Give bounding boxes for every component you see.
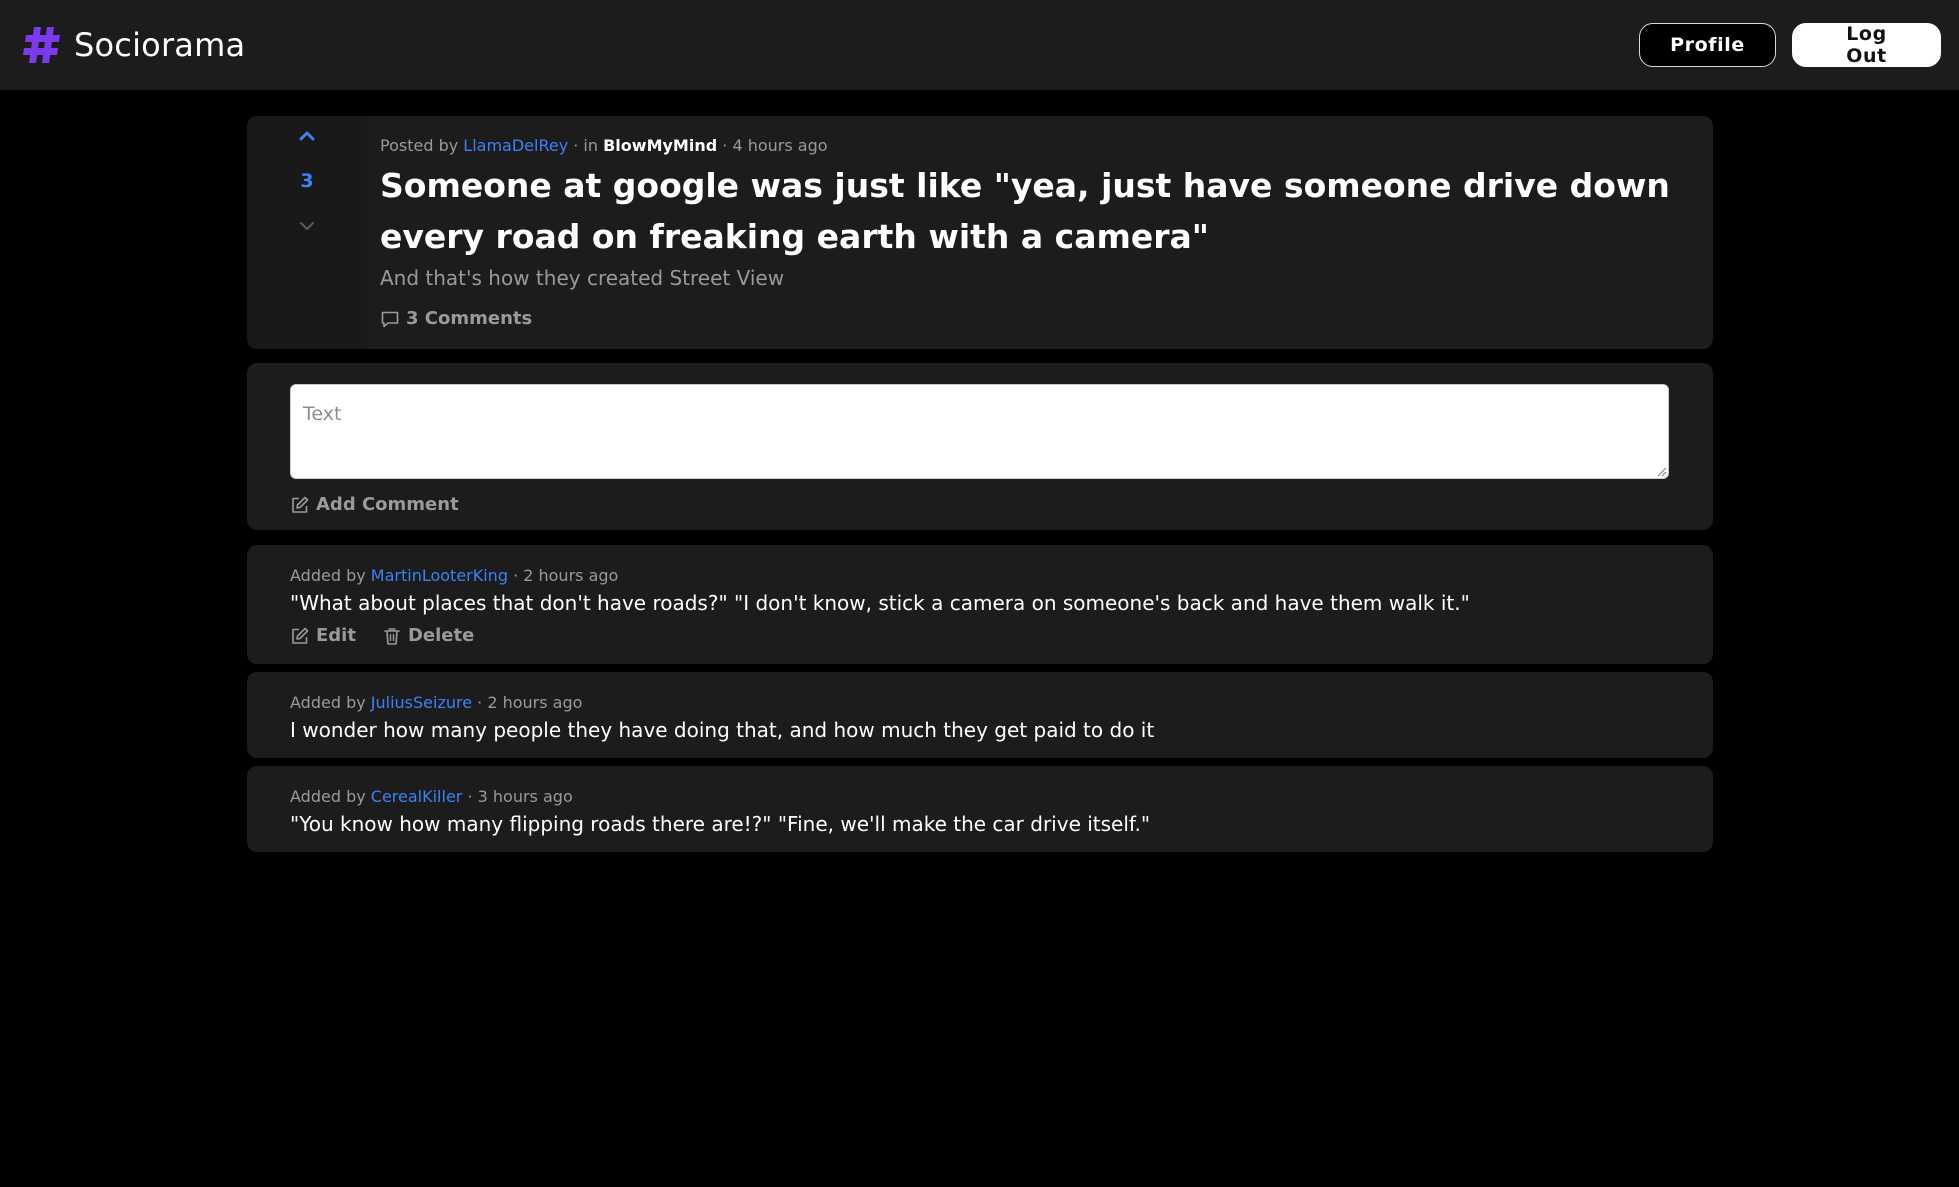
comment-author-link[interactable]: MartinLooterKing xyxy=(371,566,508,585)
comment-text: I wonder how many people they have doing… xyxy=(290,718,1155,742)
downvote-icon[interactable] xyxy=(298,220,316,232)
delete-comment-button[interactable]: Delete xyxy=(382,625,474,646)
edit-comment-button[interactable]: Edit xyxy=(290,625,356,646)
comments-count-label: 3 Comments xyxy=(406,308,533,329)
comment-text: "What about places that don't have roads… xyxy=(290,591,1470,615)
edit-label: Edit xyxy=(316,625,356,646)
comment-icon xyxy=(381,311,399,327)
top-navbar: Sociorama Profile Log Out xyxy=(0,0,1959,90)
comment-author-link[interactable]: CerealKiller xyxy=(371,787,463,806)
comment-meta-prefix: Added by xyxy=(290,693,366,712)
post-title: Someone at google was just like "yea, ju… xyxy=(380,166,1670,256)
comment-time: · 3 hours ago xyxy=(467,787,573,806)
post-meta-prefix: Posted by xyxy=(380,136,459,155)
post-meta: Posted by LlamaDelRey · in BlowMyMind · … xyxy=(380,136,828,155)
comment-item: Added by MartinLooterKing · 2 hours ago … xyxy=(247,545,1713,664)
post-body-text: And that's how they created Street View xyxy=(380,266,785,290)
comment-item: Added by CerealKiller · 3 hours ago "You… xyxy=(247,766,1713,852)
comment-textarea[interactable] xyxy=(290,384,1669,479)
comment-meta-prefix: Added by xyxy=(290,566,366,585)
pencil-square-icon xyxy=(292,496,309,513)
vote-count: 3 xyxy=(300,170,314,192)
comment-meta-prefix: Added by xyxy=(290,787,366,806)
hashtag-icon xyxy=(23,27,60,63)
comment-meta: Added by MartinLooterKing · 2 hours ago xyxy=(290,566,618,585)
comment-item: Added by JuliusSeizure · 2 hours ago I w… xyxy=(247,672,1713,758)
delete-label: Delete xyxy=(407,625,475,646)
comment-time: · 2 hours ago xyxy=(513,566,619,585)
comment-composer: Add Comment xyxy=(247,363,1713,530)
post-author-link[interactable]: LlamaDelRey xyxy=(463,136,568,155)
vote-column: 3 xyxy=(247,116,367,349)
logout-button[interactable]: Log Out xyxy=(1792,23,1941,67)
add-comment-button[interactable]: Add Comment xyxy=(290,494,459,515)
upvote-icon[interactable] xyxy=(298,130,316,142)
comment-text: "You know how many flipping roads there … xyxy=(290,812,1151,836)
profile-button[interactable]: Profile xyxy=(1639,23,1776,67)
pencil-square-icon xyxy=(292,627,309,644)
comment-author-link[interactable]: JuliusSeizure xyxy=(371,693,472,712)
comment-time: · 2 hours ago xyxy=(477,693,583,712)
add-comment-label: Add Comment xyxy=(316,494,459,515)
subreddit-link[interactable]: BlowMyMind xyxy=(603,136,717,155)
post-card: 3 Posted by LlamaDelRey · in BlowMyMind … xyxy=(247,116,1713,349)
post-meta-in: · in xyxy=(573,136,599,155)
comment-actions: Edit Delete xyxy=(290,625,474,646)
trash-icon xyxy=(384,627,400,645)
comment-meta: Added by CerealKiller · 3 hours ago xyxy=(290,787,573,806)
brand-name: Sociorama xyxy=(74,26,246,64)
resize-grip-icon[interactable] xyxy=(1657,467,1667,477)
comments-count-link[interactable]: 3 Comments xyxy=(380,308,532,329)
brand[interactable]: Sociorama xyxy=(22,24,245,66)
post-time: · 4 hours ago xyxy=(722,136,828,155)
nav-buttons: Profile Log Out xyxy=(1639,23,1941,67)
comment-meta: Added by JuliusSeizure · 2 hours ago xyxy=(290,693,582,712)
